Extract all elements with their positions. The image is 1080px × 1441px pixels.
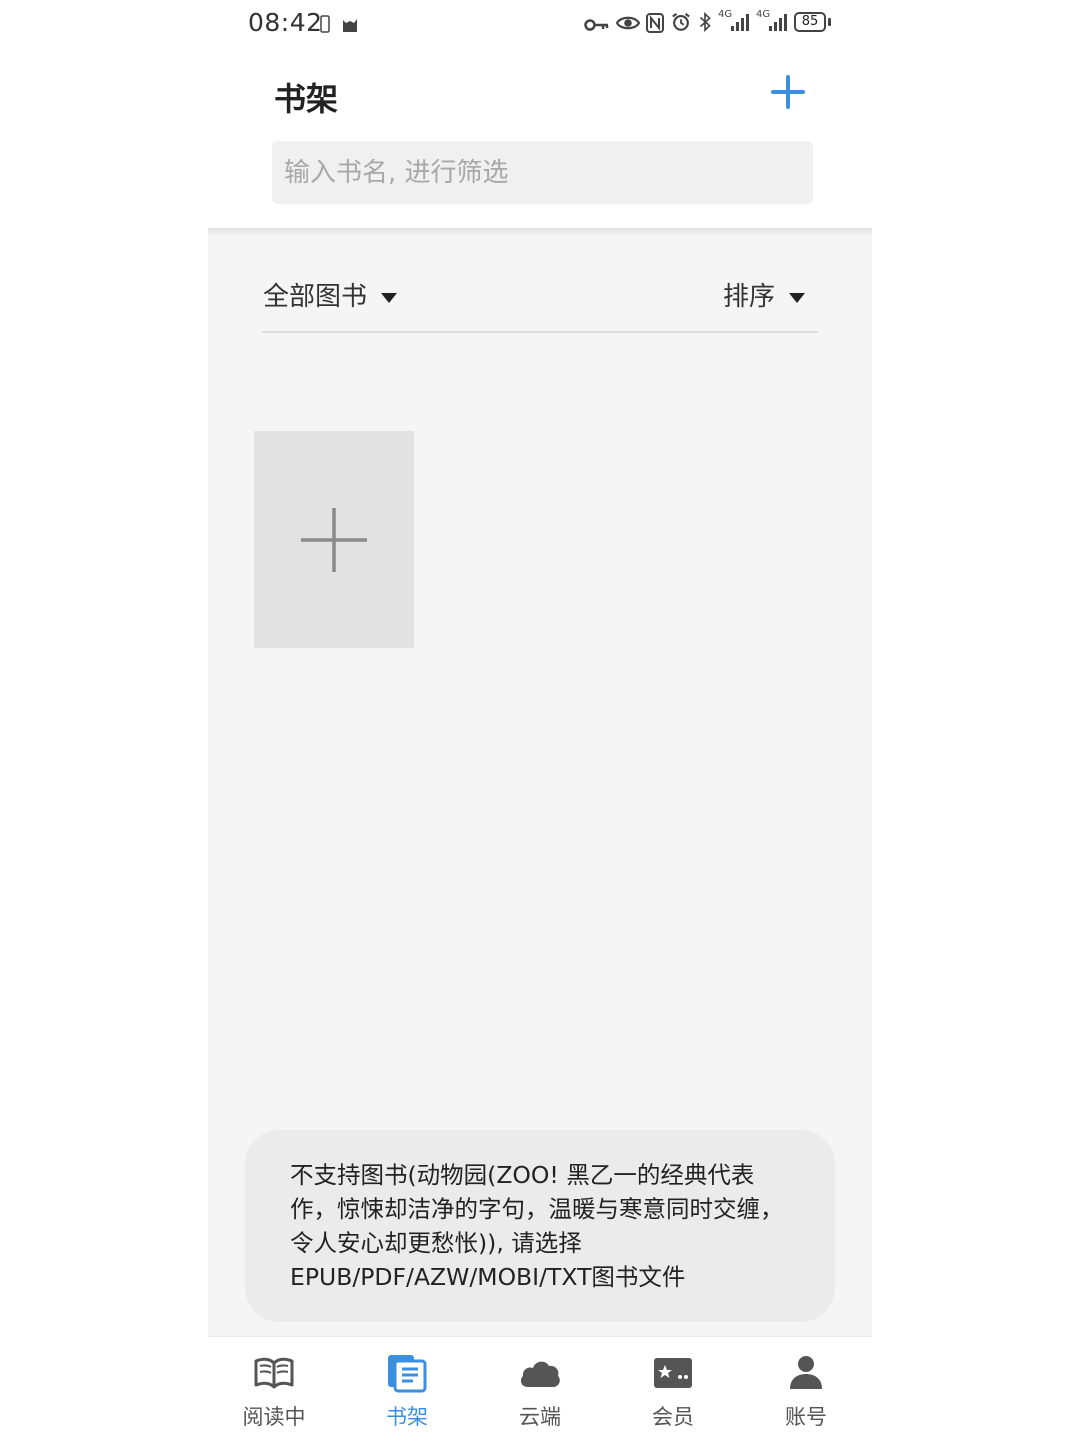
battery-tip [828, 18, 831, 26]
nav-item-cloud[interactable]: 云端 [480, 1337, 600, 1441]
app-screen: 08:42 4G 4G 85 书架 输入书名, 进行筛选 全部图书 排序 不支持… [208, 0, 872, 1441]
plus-icon[interactable] [768, 72, 808, 112]
phone-icon [320, 15, 330, 33]
plus-icon [301, 508, 367, 572]
divider [262, 331, 818, 333]
battery-icon: 85 [794, 12, 826, 32]
eye-icon [616, 16, 640, 30]
nav-label-bookshelf: 书架 [386, 1405, 428, 1429]
bookshelf-icon [388, 1355, 427, 1393]
cloud-icon [520, 1361, 560, 1387]
nav-label-cloud: 云端 [519, 1405, 561, 1429]
nav-item-account[interactable]: 账号 [746, 1337, 866, 1441]
category-filter-dropdown[interactable]: 全部图书 [263, 276, 398, 313]
header-shadow [208, 228, 872, 236]
signal-icon [731, 14, 749, 31]
search-input[interactable] [272, 141, 813, 204]
bluetooth-icon [699, 12, 711, 32]
caret-down-icon [789, 292, 806, 303]
nav-item-reading[interactable]: 阅读中 [214, 1337, 334, 1441]
nav-label-reading: 阅读中 [242, 1405, 306, 1429]
status-bar: 08:42 4G 4G 85 [208, 0, 872, 48]
add-book-tile[interactable] [254, 431, 414, 648]
page-title: 书架 [274, 80, 339, 118]
status-time: 08:42 [248, 8, 323, 37]
caret-down-icon [381, 292, 398, 303]
nav-label-account: 账号 [785, 1405, 827, 1429]
toast-message: 不支持图书(动物园(ZOO! 黑乙一的经典代表作，惊悚却洁净的字句，温暖与寒意同… [245, 1130, 835, 1322]
sort-label: 排序 [723, 282, 776, 312]
nav-item-bookshelf[interactable]: 书架 [347, 1337, 467, 1441]
member-card-icon [654, 1358, 692, 1388]
nfc-icon [646, 13, 664, 33]
signal-icon [769, 14, 787, 31]
nav-label-member: 会员 [652, 1405, 694, 1429]
user-icon [790, 1356, 822, 1389]
cat-icon [343, 19, 357, 32]
open-book-icon [254, 1357, 294, 1389]
nav-item-member[interactable]: 会员 [613, 1337, 733, 1441]
category-filter-label: 全部图书 [263, 282, 368, 312]
sort-dropdown[interactable]: 排序 [723, 276, 806, 313]
bottom-nav: 阅读中 书架 云端 会员 账号 [208, 1336, 872, 1441]
key-icon [584, 19, 609, 31]
alarm-icon [672, 12, 690, 31]
